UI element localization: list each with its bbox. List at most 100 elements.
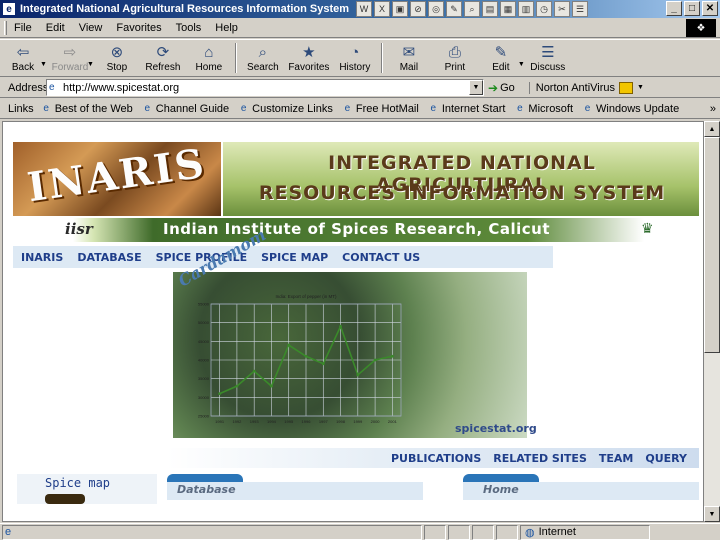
taskbar-icon[interactable]: ⊘	[410, 1, 426, 17]
link-free-hotmail[interactable]: e Free HotMail	[341, 103, 419, 115]
menu-help[interactable]: Help	[208, 22, 245, 34]
home-button[interactable]: ⌂ Home	[186, 40, 232, 76]
status-pane	[472, 524, 494, 540]
taskbar-icon[interactable]: ✂	[554, 1, 570, 17]
back-arrow-icon: ⇦	[16, 44, 30, 61]
database-panel[interactable]: Database	[167, 474, 423, 504]
nav-contact-us[interactable]: CONTACT US	[342, 251, 420, 264]
norton-antivirus-button[interactable]: Norton AntiVirus ▼	[528, 81, 644, 94]
home-panel[interactable]: Home	[463, 474, 699, 504]
nav-related-sites[interactable]: RELATED SITES	[493, 452, 587, 465]
back-dropdown-icon[interactable]: ▼	[40, 61, 47, 68]
minimize-button[interactable]: _	[666, 1, 682, 16]
search-button[interactable]: ⌕ Search	[240, 40, 286, 76]
page-icon: e	[49, 82, 55, 93]
scroll-up-icon[interactable]: ▲	[704, 121, 720, 137]
maximize-button[interactable]: □	[684, 1, 700, 16]
link-microsoft[interactable]: e Microsoft	[513, 103, 573, 115]
y-tick-label: 50000	[198, 320, 210, 325]
scroll-down-icon[interactable]: ▼	[704, 506, 720, 522]
menu-file[interactable]: File	[7, 22, 39, 34]
print-button[interactable]: ⎙ Print	[432, 40, 478, 76]
nav-publications[interactable]: PUBLICATIONS	[391, 452, 481, 465]
history-button[interactable]: ◔ History	[332, 40, 378, 76]
x-tick-label: 2000	[371, 419, 381, 424]
links-more-chevron-icon[interactable]: »	[710, 103, 716, 115]
taskbar-icon[interactable]: ⌕	[464, 1, 480, 17]
link-page-icon: e	[430, 103, 437, 114]
link-internet-start[interactable]: e Internet Start	[427, 103, 506, 115]
forward-dropdown-icon[interactable]: ▼	[87, 61, 94, 68]
link-best-of-web[interactable]: e Best of the Web	[40, 103, 132, 115]
top-navigation: INARIS DATABASE SPICE PROFILE SPICE MAP …	[13, 246, 699, 268]
go-button[interactable]: ➔ Go	[488, 81, 515, 95]
mail-button[interactable]: ✉ Mail	[386, 40, 432, 76]
edit-dropdown-icon[interactable]: ▼	[518, 61, 525, 68]
web-content: INARIS INTEGRATED NATIONAL AGRICULTURAL …	[2, 121, 704, 522]
pepper-export-chart-svg: India: Export of pepper (in MT) 25000 3000…	[198, 294, 402, 424]
data-point	[356, 373, 360, 377]
menu-favorites[interactable]: Favorites	[109, 22, 168, 34]
favorites-button[interactable]: ★ Favorites	[286, 40, 332, 76]
menu-tools[interactable]: Tools	[169, 22, 209, 34]
data-point	[252, 369, 256, 373]
taskbar-icon[interactable]: W	[356, 1, 372, 17]
edit-icon: ✎	[494, 44, 508, 61]
spice-map-panel[interactable]: Spice map	[17, 474, 157, 504]
database-tab	[167, 474, 243, 482]
forward-button[interactable]: ⇨ Forward	[47, 40, 93, 76]
back-button[interactable]: ⇦ Back	[0, 40, 46, 76]
link-channel-guide[interactable]: e Channel Guide	[141, 103, 229, 115]
inaris-logo-banner[interactable]: INARIS	[13, 139, 221, 216]
scroll-thumb[interactable]	[704, 137, 720, 353]
forward-arrow-icon: ⇨	[63, 44, 77, 61]
x-tick-label: 2001	[388, 419, 398, 424]
taskbar-icon[interactable]: ◎	[428, 1, 444, 17]
inaris-logo-text: INARIS	[24, 139, 209, 212]
menu-view[interactable]: View	[72, 22, 110, 34]
forward-label: Forward	[51, 62, 89, 73]
close-button[interactable]: ✕	[702, 1, 718, 16]
x-tick-label: 1997	[319, 419, 329, 424]
menu-edit[interactable]: Edit	[39, 22, 72, 34]
norton-shield-icon	[619, 81, 634, 94]
iisr-logo: iisr	[65, 220, 93, 238]
refresh-button[interactable]: ⟳ Refresh	[140, 40, 186, 76]
nav-team[interactable]: TEAM	[599, 452, 633, 465]
search-icon: ⌕	[258, 43, 268, 61]
nav-query[interactable]: QUERY	[645, 452, 687, 465]
link-page-icon: e	[240, 103, 247, 114]
discuss-button[interactable]: ☰ Discuss	[525, 40, 571, 76]
links-label: Links	[8, 102, 34, 115]
link-windows-update[interactable]: e Windows Update	[581, 103, 679, 115]
taskbar-icon[interactable]: ▥	[518, 1, 534, 17]
window-title: Integrated National Agricultural Resourc…	[20, 3, 350, 15]
link-customize-links[interactable]: e Customize Links	[237, 103, 333, 115]
data-point	[390, 354, 394, 358]
taskbar-icon[interactable]: X	[374, 1, 390, 17]
home-label: Home	[195, 62, 223, 73]
nav-spice-map[interactable]: SPICE MAP	[261, 251, 328, 264]
address-dropdown-icon[interactable]: ▼	[469, 80, 483, 95]
ie-page-icon: e	[2, 2, 16, 16]
address-field[interactable]: e ▼	[46, 79, 484, 96]
data-point	[339, 325, 342, 328]
norton-dropdown-icon[interactable]: ▼	[637, 84, 644, 91]
history-label: History	[339, 62, 371, 73]
taskbar-icon[interactable]: ▣	[392, 1, 408, 17]
taskbar-icon[interactable]: ☰	[572, 1, 588, 17]
taskbar-icon[interactable]: ◷	[536, 1, 552, 17]
favorites-icon: ★	[302, 44, 316, 61]
toolbar-separator	[380, 43, 383, 73]
title-bar: e Integrated National Agricultural Resou…	[0, 0, 720, 18]
nav-database[interactable]: DATABASE	[77, 251, 141, 264]
nav-inaris[interactable]: INARIS	[21, 251, 63, 264]
edit-button[interactable]: ✎ Edit	[478, 40, 524, 76]
taskbar-icon[interactable]: ▤	[482, 1, 498, 17]
address-input[interactable]	[63, 81, 463, 94]
taskbar-icon[interactable]: ▦	[500, 1, 516, 17]
taskbar-icon[interactable]: ✎	[446, 1, 462, 17]
stop-button[interactable]: ⊗ Stop	[94, 40, 140, 76]
vertical-scrollbar[interactable]: ▲ ▼	[704, 121, 720, 522]
link-page-icon: e	[344, 103, 351, 114]
